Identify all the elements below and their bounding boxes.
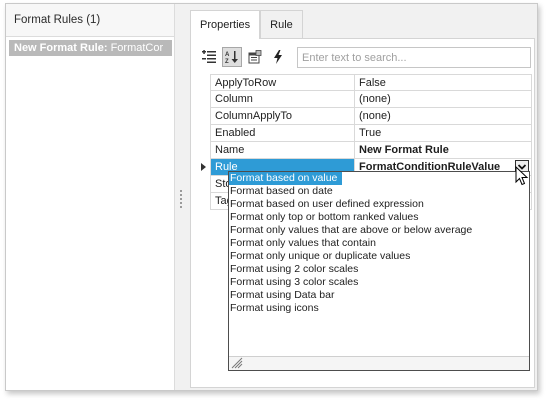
svg-text:A: A bbox=[225, 52, 230, 58]
dropdown-resize-bar[interactable] bbox=[229, 356, 529, 370]
property-search-box[interactable] bbox=[297, 47, 531, 68]
row-indicator bbox=[197, 74, 210, 91]
categorized-button[interactable] bbox=[199, 47, 219, 67]
dropdown-item[interactable]: Format only values that are above or bel… bbox=[229, 224, 529, 237]
tab-strip: Properties Rule bbox=[190, 10, 303, 39]
rule-type-dropdown-list[interactable]: Format based on value Format based on da… bbox=[228, 171, 530, 371]
dropdown-item[interactable]: Format only unique or duplicate values bbox=[229, 250, 529, 263]
row-indicator bbox=[197, 108, 210, 125]
dropdown-item[interactable]: Format only values that contain bbox=[229, 237, 529, 250]
search-input[interactable] bbox=[298, 48, 530, 67]
property-value[interactable]: False bbox=[355, 74, 532, 91]
property-name: Column bbox=[210, 91, 355, 108]
property-name: Enabled bbox=[210, 125, 355, 142]
property-value[interactable]: (none) bbox=[355, 108, 532, 125]
property-pages-icon bbox=[248, 50, 262, 64]
rule-item-name: New Format Rule: bbox=[14, 42, 108, 54]
property-row-applytorow[interactable]: ApplyToRow False bbox=[197, 74, 532, 91]
splitter-grip-icon bbox=[180, 190, 182, 208]
mouse-pointer-icon bbox=[515, 166, 529, 186]
row-indicator bbox=[197, 142, 210, 159]
property-value[interactable]: New Format Rule bbox=[355, 142, 532, 159]
property-row-name[interactable]: Name New Format Rule bbox=[197, 142, 532, 159]
property-name: ColumnApplyTo bbox=[210, 108, 355, 125]
row-indicator bbox=[197, 159, 210, 176]
tab-properties[interactable]: Properties bbox=[190, 10, 261, 39]
row-indicator bbox=[197, 176, 210, 193]
row-indicator bbox=[197, 193, 210, 210]
current-row-arrow-icon bbox=[201, 163, 206, 171]
alphabetical-button[interactable]: A Z bbox=[222, 47, 242, 67]
rule-item-type: FormatCor bbox=[107, 42, 164, 54]
row-indicator bbox=[197, 91, 210, 108]
property-row-column[interactable]: Column (none) bbox=[197, 91, 532, 108]
dropdown-item[interactable]: Format using 2 color scales bbox=[229, 263, 529, 276]
format-rule-list-item[interactable]: New Format Rule: FormatCor bbox=[9, 40, 172, 56]
property-value[interactable]: True bbox=[355, 125, 532, 142]
dropdown-item[interactable]: Format using icons bbox=[229, 302, 529, 315]
svg-text:Z: Z bbox=[225, 59, 229, 64]
events-button[interactable] bbox=[268, 47, 288, 67]
property-row-enabled[interactable]: Enabled True bbox=[197, 125, 532, 142]
dropdown-item[interactable]: Format only top or bottom ranked values bbox=[229, 211, 529, 224]
property-pages-button[interactable] bbox=[245, 47, 265, 67]
property-value[interactable]: (none) bbox=[355, 91, 532, 108]
resize-grip-icon bbox=[231, 357, 243, 369]
dropdown-item[interactable]: Format based on value bbox=[229, 172, 342, 185]
lightning-icon bbox=[274, 50, 282, 64]
categorized-icon bbox=[202, 50, 216, 63]
dropdown-item[interactable]: Format using 3 color scales bbox=[229, 276, 529, 289]
property-row-columnapplyto[interactable]: ColumnApplyTo (none) bbox=[197, 108, 532, 125]
alphabetical-sort-icon: A Z bbox=[225, 51, 238, 64]
dropdown-item[interactable]: Format based on user defined expression bbox=[229, 198, 529, 211]
tab-rule[interactable]: Rule bbox=[260, 10, 303, 38]
property-grid-toolbar: A Z bbox=[199, 45, 291, 69]
dropdown-item[interactable]: Format using Data bar bbox=[229, 289, 529, 302]
property-name: Name bbox=[210, 142, 355, 159]
row-indicator bbox=[197, 125, 210, 142]
format-rules-header: Format Rules (1) bbox=[6, 4, 174, 37]
panel-splitter[interactable] bbox=[175, 4, 188, 390]
property-name: ApplyToRow bbox=[210, 74, 355, 91]
format-rules-panel: Format Rules (1) New Format Rule: Format… bbox=[6, 4, 175, 390]
dropdown-item[interactable]: Format based on date bbox=[229, 185, 529, 198]
